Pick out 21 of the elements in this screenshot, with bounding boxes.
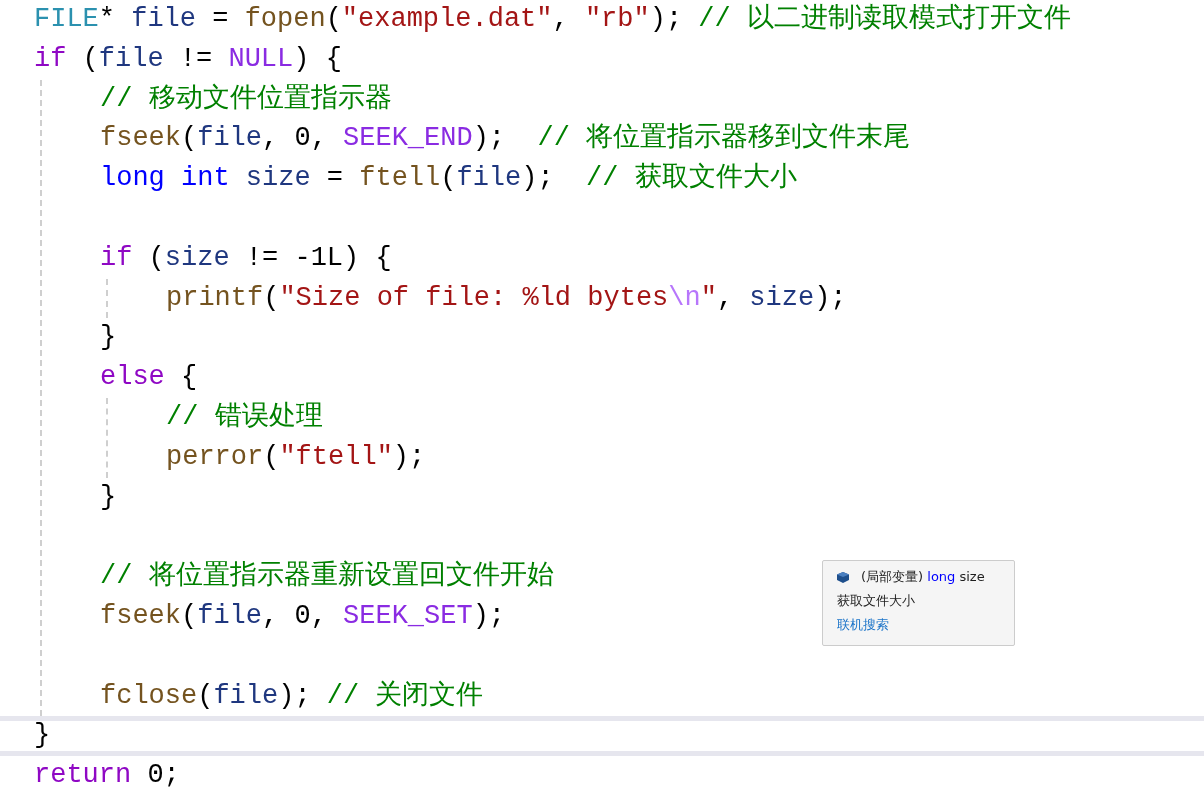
- code-line: FILE* file = fopen("example.dat", "rb"); // 以二进制读取模式打开文件: [34, 4, 1071, 34]
- code-line: perror("ftell");: [166, 441, 426, 472]
- code-line: // 错误处理: [166, 401, 323, 432]
- code-line: fseek(file, 0, SEEK_END); // 将位置指示器移到文件末尾: [100, 123, 911, 154]
- code-line: // 移动文件位置指示器: [100, 83, 392, 114]
- cube-icon: [837, 571, 849, 583]
- code-line: long int size = ftell(file); // 获取文件大小: [100, 163, 797, 194]
- variable-signature: (局部变量) long size: [861, 568, 985, 586]
- code-line: if (file != NULL) {: [34, 43, 342, 74]
- code-line: if (size != -1L) {: [100, 242, 392, 273]
- code-line: fseek(file, 0, SEEK_SET);: [100, 600, 506, 631]
- code-line: }: [100, 481, 117, 512]
- code-line: }: [100, 322, 117, 353]
- code-line: fclose(file); // 关闭文件: [100, 680, 484, 711]
- code-line: }: [34, 720, 51, 751]
- code-line: printf("Size of file: %ld bytes\n", size);: [166, 282, 847, 313]
- code-line: // 将位置指示器重新设置回文件开始: [100, 561, 554, 592]
- code-line: return 0;: [34, 760, 180, 791]
- variable-description: 获取文件大小: [837, 592, 916, 610]
- online-search-link[interactable]: 联机搜索: [837, 616, 889, 634]
- code-line: else {: [100, 362, 198, 393]
